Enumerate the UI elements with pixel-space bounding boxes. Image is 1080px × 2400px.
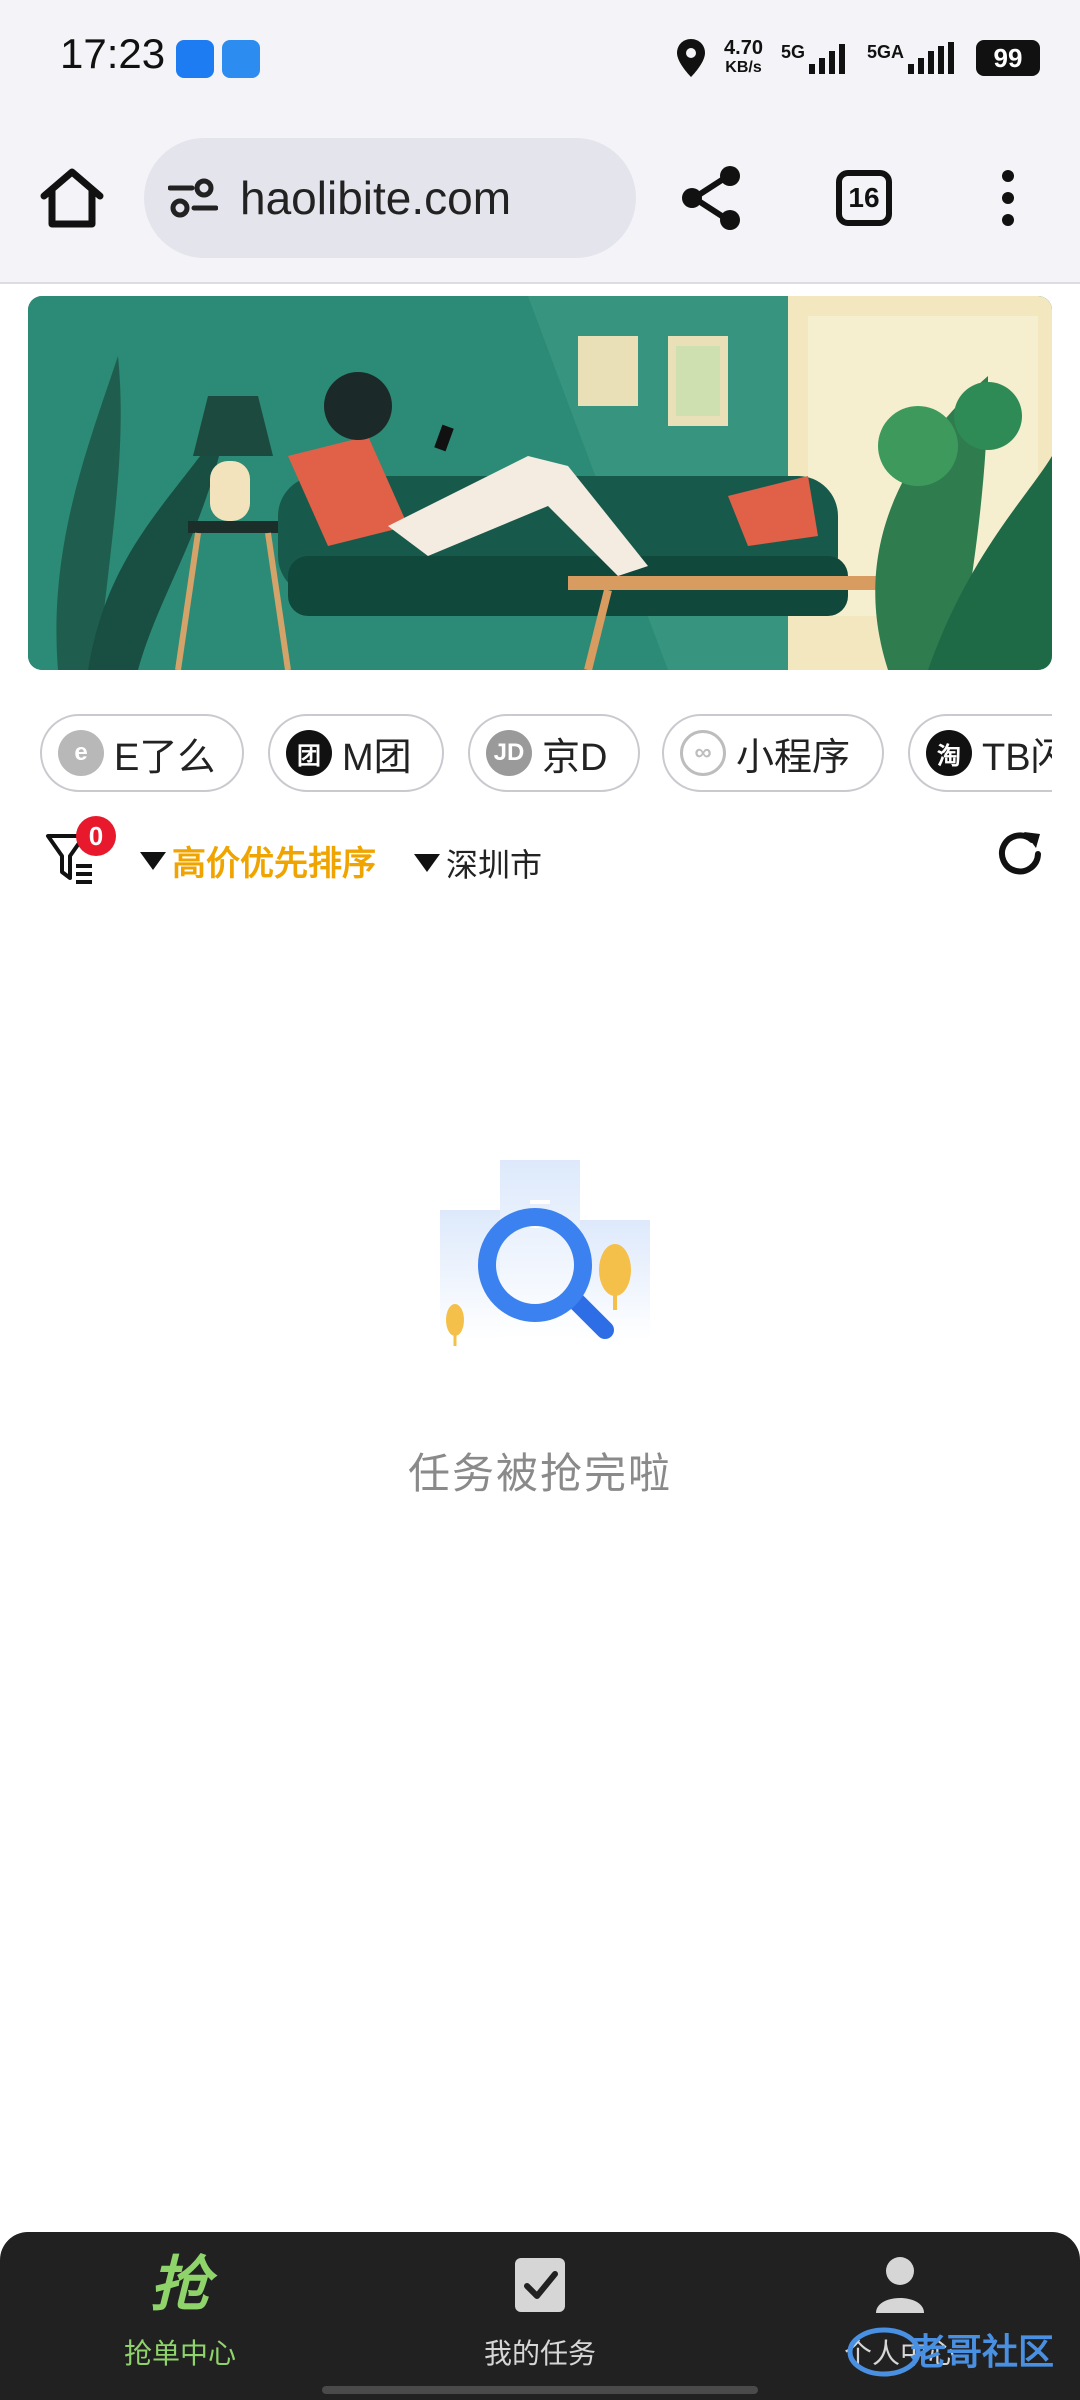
jd-icon: JD xyxy=(486,730,532,776)
hero-banner[interactable] xyxy=(28,296,1052,670)
url-bar[interactable]: haolibite.com xyxy=(144,138,636,258)
taobao-icon: 淘 xyxy=(926,730,972,776)
grab-icon: 抢 xyxy=(150,2251,210,2318)
site-settings-icon[interactable] xyxy=(168,178,218,218)
chip-mini-program[interactable]: ∞ 小程序 xyxy=(662,714,884,792)
watermark-logo: 老哥社区 xyxy=(847,2327,1054,2377)
mini-program-icon: ∞ xyxy=(680,730,726,776)
sort-dropdown[interactable]: 高价优先排序 xyxy=(140,836,376,885)
task-check-icon xyxy=(513,2252,567,2318)
city-label: 深圳市 xyxy=(446,847,543,883)
signal-bars-icon xyxy=(908,42,954,74)
network-speed: 4.70 KB/s xyxy=(724,37,763,76)
status-indicators: 4.70 KB/s 5G 5GA 99 xyxy=(676,30,1040,86)
chip-label: 京D xyxy=(542,736,608,779)
empty-search-illustration xyxy=(440,1160,650,1346)
chip-jd[interactable]: JD 京D xyxy=(468,714,640,792)
broadcast-notification-icon xyxy=(222,40,260,78)
signal-sim1: 5G xyxy=(781,42,849,74)
filter-count-badge: 0 xyxy=(76,816,116,856)
url-text[interactable]: haolibite.com xyxy=(240,171,511,225)
chip-label: 小程序 xyxy=(736,736,851,779)
sort-label: 高价优先排序 xyxy=(172,845,376,883)
community-watermark: 老哥社区 xyxy=(846,2314,1066,2384)
empty-state-message: 任务被抢完啦 xyxy=(407,1450,672,1497)
dropdown-triangle-icon xyxy=(140,851,166,870)
app-notification-icon xyxy=(176,40,214,78)
signal-sim2: 5GA xyxy=(867,42,958,74)
signal-bars-icon xyxy=(808,44,845,74)
chip-taobao[interactable]: 淘 TB闪 xyxy=(908,714,1052,792)
chip-meituan[interactable]: 团 M团 xyxy=(268,714,444,792)
location-icon xyxy=(677,39,706,77)
tab-count: 16 xyxy=(848,182,880,213)
city-dropdown[interactable]: 深圳市 xyxy=(414,840,542,886)
platform-chips: e E了么 团 M团 JD 京D ∞ 小程序 淘 TB闪 xyxy=(40,714,1052,794)
chip-eleme[interactable]: e E了么 xyxy=(40,714,244,792)
battery-indicator: 99 xyxy=(976,40,1040,76)
nav-label: 抢单中心 xyxy=(123,2338,236,2369)
browser-toolbar: haolibite.com 16 xyxy=(0,118,1080,284)
share-icon[interactable] xyxy=(678,164,746,232)
meituan-icon: 团 xyxy=(286,730,332,776)
chip-label: E了么 xyxy=(114,736,216,779)
eleme-icon: e xyxy=(58,730,104,776)
refresh-icon[interactable] xyxy=(994,828,1046,880)
tabs-switcher-button[interactable]: 16 xyxy=(836,170,892,226)
nav-label: 我的任务 xyxy=(483,2338,596,2369)
user-icon xyxy=(872,2252,928,2318)
status-time: 17:23 xyxy=(60,30,166,77)
filter-row: 0 高价优先排序 深圳市 xyxy=(0,816,1080,896)
banner-illustration xyxy=(28,296,1052,670)
chip-label: TB闪 xyxy=(982,736,1052,779)
more-menu-icon[interactable] xyxy=(984,164,1032,232)
status-bar: 17:23 4.70 KB/s 5G 5GA 99 xyxy=(0,0,1080,118)
dropdown-triangle-icon xyxy=(414,854,440,872)
svg-text:老哥社区: 老哥社区 xyxy=(910,2332,1054,2373)
gesture-bar[interactable] xyxy=(322,2386,758,2394)
nav-my-tasks[interactable]: 我的任务 xyxy=(420,2252,660,2372)
chip-label: M团 xyxy=(342,736,412,779)
home-icon[interactable] xyxy=(36,162,108,234)
nav-grab-center[interactable]: 抢 抢单中心 xyxy=(60,2252,300,2372)
